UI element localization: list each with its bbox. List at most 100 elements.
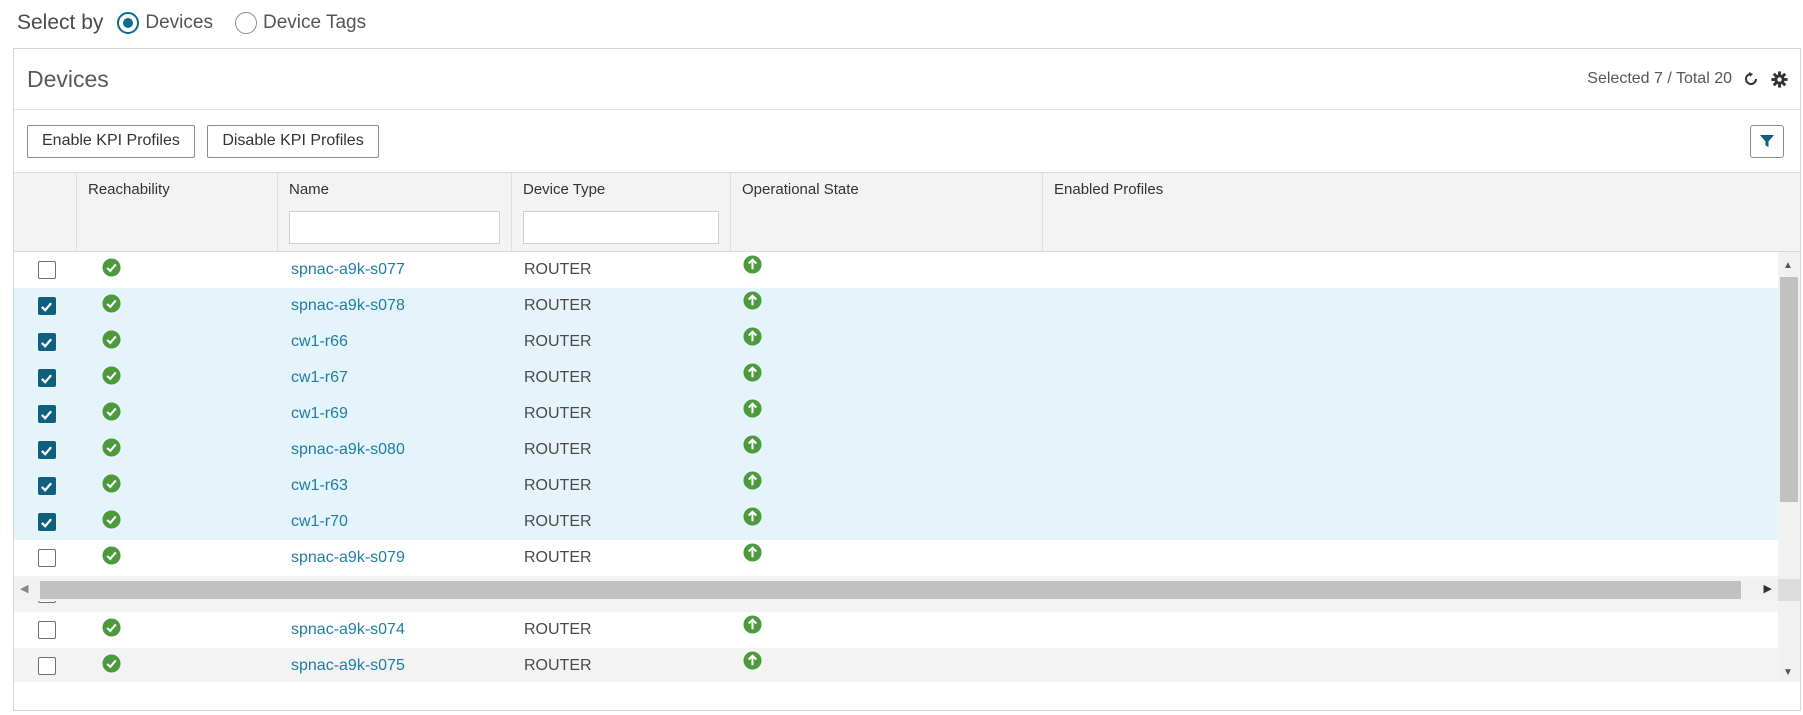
table-row[interactable]: cw1-r67 ROUTER	[14, 360, 1800, 396]
enable-kpi-profiles-button[interactable]: Enable KPI Profiles	[27, 124, 195, 158]
check-icon	[41, 410, 52, 420]
table-row[interactable]: spnac-a9k-s074 ROUTER	[14, 612, 1800, 648]
table-row[interactable]: cw1-r63 ROUTER	[14, 468, 1800, 504]
table-row[interactable]: spnac-a9k-s077 ROUTER	[14, 252, 1800, 288]
column-header-reachability[interactable]: Reachability	[77, 173, 278, 251]
row-checkbox[interactable]	[37, 549, 56, 567]
disable-kpi-profiles-button[interactable]: Disable KPI Profiles	[207, 124, 379, 158]
column-header-device-type[interactable]: Device Type	[512, 173, 731, 251]
operational-up-icon	[743, 471, 762, 490]
row-checkbox[interactable]	[37, 477, 56, 495]
row-checkbox[interactable]	[37, 333, 56, 351]
operational-state-cell	[731, 399, 1043, 426]
row-select-cell	[14, 261, 77, 279]
reachability-cell	[77, 258, 278, 282]
device-name-link[interactable]: cw1-r70	[278, 513, 512, 531]
reachability-cell	[77, 654, 278, 678]
vertical-scrollbar[interactable]: ▲ ▼	[1778, 252, 1800, 682]
device-name-link[interactable]: cw1-r66	[278, 333, 512, 351]
row-checkbox[interactable]	[37, 657, 56, 675]
header-right: Selected 7 / Total 20	[1587, 70, 1788, 88]
device-name-link[interactable]: spnac-a9k-s075	[278, 657, 512, 675]
reachable-check-icon	[102, 402, 121, 421]
horizontal-scroll-thumb[interactable]	[40, 581, 1741, 599]
check-icon	[41, 518, 52, 528]
gear-icon[interactable]	[1770, 70, 1788, 88]
column-header-enabled-profiles[interactable]: Enabled Profiles	[1043, 173, 1800, 251]
row-checkbox[interactable]	[37, 297, 56, 315]
filter-icon	[1760, 135, 1774, 147]
check-icon	[41, 446, 52, 456]
radio-device-tags-button[interactable]	[234, 12, 257, 34]
reachability-cell	[77, 402, 278, 426]
table-row[interactable]: spnac-a9k-s078 ROUTER	[14, 288, 1800, 324]
device-type-cell: ROUTER	[524, 333, 592, 350]
operational-state-cell	[731, 363, 1043, 390]
row-checkbox[interactable]	[37, 261, 56, 279]
device-name-link[interactable]: cw1-r67	[278, 369, 512, 387]
scroll-left-arrow-icon[interactable]: ◀	[20, 582, 28, 595]
device-name-link[interactable]: spnac-a9k-s074	[278, 621, 512, 639]
device-type-cell: ROUTER	[524, 477, 592, 494]
operational-state-cell	[731, 291, 1043, 318]
row-select-cell	[14, 333, 77, 351]
operational-up-icon	[743, 507, 762, 526]
reachability-cell	[77, 546, 278, 570]
operational-state-cell	[731, 615, 1043, 642]
column-header-operational-state[interactable]: Operational State	[731, 173, 1043, 251]
table-row[interactable]: spnac-a9k-s079 ROUTER	[14, 540, 1800, 576]
refresh-icon[interactable]	[1742, 70, 1760, 88]
table-row[interactable]: cw1-r69 ROUTER	[14, 396, 1800, 432]
horizontal-scrollbar[interactable]: ◀ ▶	[14, 579, 1778, 601]
device-type-filter-input[interactable]	[523, 211, 719, 244]
row-select-cell	[14, 477, 77, 495]
device-name-link[interactable]: spnac-a9k-s080	[278, 441, 512, 459]
reachable-check-icon	[102, 618, 121, 637]
table-row[interactable]: cw1-r70 ROUTER	[14, 504, 1800, 540]
radio-device-tags-label: Device Tags	[262, 12, 367, 33]
toolbar-buttons: Enable KPI Profiles Disable KPI Profiles	[27, 124, 387, 158]
device-name-link[interactable]: spnac-a9k-s077	[278, 261, 512, 279]
row-checkbox[interactable]	[37, 369, 56, 387]
table-row[interactable]: spnac-a9k-s075 ROUTER	[14, 648, 1800, 682]
select-column-header	[14, 173, 77, 251]
row-checkbox[interactable]	[37, 513, 56, 531]
table-row[interactable]: spnac-a9k-s080 ROUTER	[14, 432, 1800, 468]
devices-table: Reachability Name Device Type Operationa…	[14, 172, 1800, 682]
reachable-check-icon	[102, 438, 121, 457]
device-name-link[interactable]: spnac-a9k-s079	[278, 549, 512, 567]
operational-up-icon	[743, 399, 762, 418]
operational-state-cell	[731, 543, 1043, 570]
table-row[interactable]: cw1-r66 ROUTER	[14, 324, 1800, 360]
device-type-cell: ROUTER	[524, 405, 592, 422]
row-checkbox[interactable]	[37, 441, 56, 459]
operational-state-cell	[731, 471, 1043, 498]
operational-state-cell	[731, 507, 1043, 534]
device-name-link[interactable]: cw1-r63	[278, 477, 512, 495]
devices-panel: Devices Selected 7 / Total 20 Enable KPI…	[13, 48, 1801, 711]
name-filter-input[interactable]	[289, 211, 500, 244]
radio-device-tags[interactable]: Device Tags	[234, 12, 367, 34]
row-checkbox[interactable]	[37, 621, 56, 639]
filter-button[interactable]	[1750, 124, 1784, 158]
row-checkbox[interactable]	[37, 405, 56, 423]
row-select-cell	[14, 405, 77, 423]
device-type-cell: ROUTER	[524, 369, 592, 386]
vertical-scroll-thumb[interactable]	[1780, 277, 1798, 502]
operational-up-icon	[743, 327, 762, 346]
operational-up-icon	[743, 363, 762, 382]
row-select-cell	[14, 549, 77, 567]
scroll-up-arrow-icon[interactable]: ▲	[1783, 260, 1793, 271]
radio-devices-button[interactable]	[117, 12, 140, 34]
device-name-link[interactable]: cw1-r69	[278, 405, 512, 423]
table-header: Reachability Name Device Type Operationa…	[14, 172, 1800, 252]
radio-devices[interactable]: Devices	[117, 12, 213, 34]
check-icon	[41, 338, 52, 348]
column-header-name[interactable]: Name	[278, 173, 512, 251]
scroll-right-arrow-icon[interactable]: ▶	[1764, 582, 1772, 595]
device-type-cell: ROUTER	[524, 621, 592, 638]
scroll-down-arrow-icon[interactable]: ▼	[1783, 667, 1793, 678]
operational-up-icon	[743, 543, 762, 562]
reachability-cell	[77, 366, 278, 390]
device-name-link[interactable]: spnac-a9k-s078	[278, 297, 512, 315]
